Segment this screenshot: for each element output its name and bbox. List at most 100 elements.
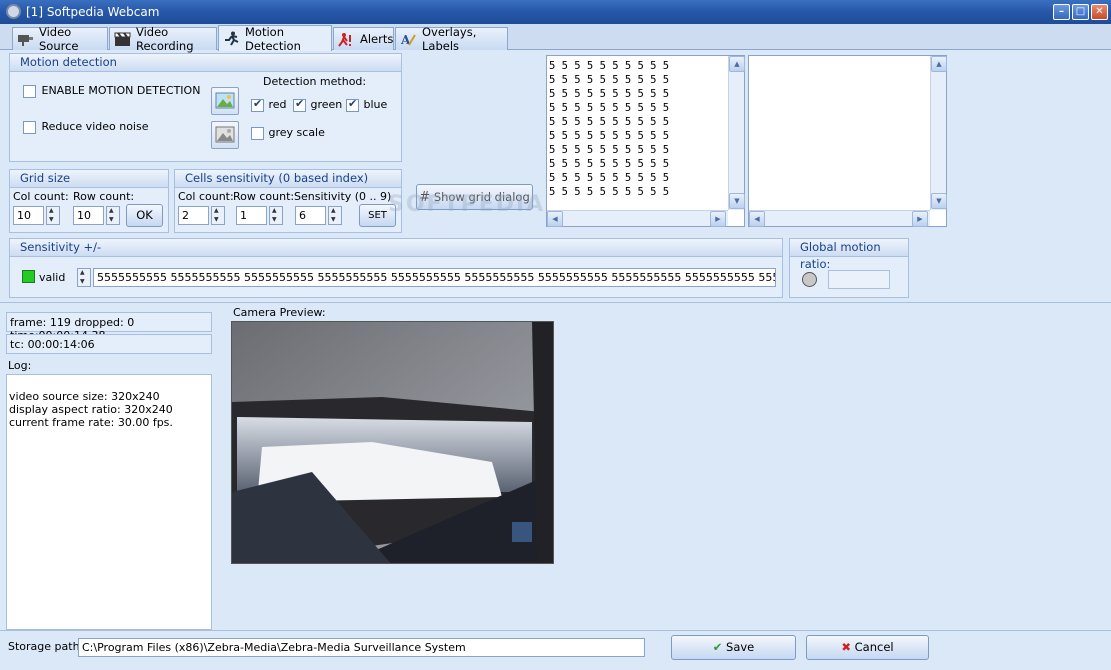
clapperboard-icon [114,31,131,47]
cells-col-spinner[interactable] [211,206,225,225]
running-man-icon [223,31,240,46]
camera-icon [17,32,34,47]
scroll-right-arrow-icon[interactable]: ▶ [710,211,726,227]
grid-size-panel: Grid size Col count: Row count: 10 10 OK [9,169,169,233]
tab-motion-detection[interactable]: Motion Detection [218,25,332,53]
grid-row-spinner[interactable] [106,206,120,225]
storage-path-label: Storage path: [8,640,84,653]
camera-feed-image [232,322,553,563]
camera-preview [231,321,554,564]
grid-col-spinner[interactable] [46,206,60,225]
cells-sensitivity-panel: Cells sensitivity (0 based index) Col co… [174,169,402,233]
timecode-status: tc: 00:00:14:06 [6,334,212,354]
alert-icon [338,32,355,47]
cells-sensitivity-label: Sensitivity (0 .. 9) [294,190,392,203]
scroll-down-arrow-icon[interactable]: ▼ [729,193,745,209]
grid-values-box[interactable]: 5 5 5 5 5 5 5 5 5 5 5 5 5 5 5 5 5 5 5 5 … [546,55,745,227]
enable-motion-checkbox[interactable] [23,84,36,98]
sensitivity-values-input[interactable]: 5555555555 5555555555 5555555555 5555555… [93,268,776,287]
cells-col-label: Col count: [178,190,234,203]
cells-sensitivity-spinner[interactable] [328,206,342,225]
tab-bar: Video Source Video Recording Motion Dete… [0,24,1111,53]
red-checkbox[interactable] [251,97,264,112]
cancel-button[interactable]: ✖ Cancel [806,635,929,660]
tab-overlays-labels[interactable]: A Overlays, Labels [395,25,508,53]
reduce-noise-option[interactable]: Reduce video noise [23,120,148,134]
secondary-vertical-scrollbar[interactable]: ▲ ▼ [930,56,947,210]
scroll-up-arrow-icon[interactable]: ▲ [931,56,947,72]
camera-preview-label: Camera Preview: [233,306,326,319]
log-label: Log: [8,359,32,372]
grid-icon: # [419,190,431,205]
grey-picture-icon [215,126,235,143]
grey-scale-option[interactable]: grey scale [251,126,325,140]
grid-vertical-scrollbar[interactable]: ▲ ▼ [728,56,745,210]
log-line: current frame rate: 30.00 fps. [9,416,173,429]
secondary-horizontal-scrollbar[interactable]: ◀ ▶ [749,210,930,227]
tab-alerts[interactable]: Alerts [333,27,394,50]
text-brush-icon: A [400,32,417,47]
scroll-left-arrow-icon[interactable]: ◀ [547,211,563,227]
webcam-icon [6,4,21,19]
checkmark-icon: ✔ [712,640,723,654]
window-title: [1] Softpedia Webcam [26,5,160,19]
log-box[interactable]: video source size: 320x240 display aspec… [6,374,212,630]
valid-indicator [22,270,35,283]
cells-row-label: Row count: [233,190,295,203]
motion-detection-header: Motion detection [10,54,401,72]
storage-path-input[interactable]: C:\Program Files (x86)\Zebra-Media\Zebra… [78,638,645,657]
grid-col-input[interactable]: 10 [13,206,44,225]
close-button[interactable]: ✕ [1091,4,1108,20]
cells-row-input[interactable]: 1 [236,206,267,225]
cells-col-input[interactable]: 2 [178,206,209,225]
log-line: display aspect ratio: 320x240 [9,403,173,416]
show-grid-dialog-button[interactable]: # Show grid dialog [416,184,533,210]
secondary-grid-box[interactable]: ▲ ▼ ◀ ▶ [748,55,947,227]
scroll-right-arrow-icon[interactable]: ▶ [912,211,928,227]
red-option[interactable]: red [251,97,287,112]
bottom-divider [0,630,1111,631]
cells-sensitivity-input[interactable]: 6 [295,206,326,225]
color-picture-icon [215,92,235,109]
cells-sensitivity-header: Cells sensitivity (0 based index) [175,170,401,188]
frame-status: frame: 119 dropped: 0 time:00:00:14 38 [6,312,212,342]
motion-ratio-indicator [802,272,817,287]
green-checkbox[interactable] [293,97,306,112]
col-count-label: Col count: [13,190,69,203]
grey-image-button[interactable] [211,121,239,149]
grid-size-header: Grid size [10,170,168,188]
row-count-label: Row count: [73,190,135,203]
cells-row-spinner[interactable] [269,206,283,225]
green-option[interactable]: green [293,97,342,112]
blue-checkbox[interactable] [346,97,359,112]
scroll-left-arrow-icon[interactable]: ◀ [749,211,765,227]
reduce-noise-checkbox[interactable] [23,120,36,134]
grid-ok-button[interactable]: OK [126,204,163,227]
minimize-button[interactable]: – [1053,4,1070,20]
cross-icon: ✖ [841,640,851,654]
enable-motion-detection-option[interactable]: ENABLE MOTION DETECTION [23,84,200,98]
log-line: video source size: 320x240 [9,390,160,403]
grey-scale-checkbox[interactable] [251,126,264,140]
grid-horizontal-scrollbar[interactable]: ◀ ▶ [547,210,728,227]
section-divider [0,302,1111,303]
blue-option[interactable]: blue [346,97,387,112]
motion-ratio-value [828,270,890,289]
maximize-button[interactable]: □ [1072,4,1089,20]
global-motion-ratio-header: Global motion ratio: [790,239,908,271]
sensitivity-spinner[interactable] [77,268,91,287]
motion-detection-panel: Motion detection ENABLE MOTION DETECTION… [9,53,402,162]
save-button[interactable]: ✔ Save [671,635,796,660]
valid-label: valid [39,271,66,284]
grid-row-input[interactable]: 10 [73,206,104,225]
scroll-down-arrow-icon[interactable]: ▼ [931,193,947,209]
color-image-button[interactable] [211,87,239,115]
tab-video-source[interactable]: Video Source [12,25,108,53]
grid-values-text: 5 5 5 5 5 5 5 5 5 5 5 5 5 5 5 5 5 5 5 5 … [549,60,670,198]
tab-video-recording[interactable]: Video Recording [109,25,217,53]
scroll-up-arrow-icon[interactable]: ▲ [729,56,745,72]
cells-set-button[interactable]: SET [359,204,396,227]
sensitivity-header: Sensitivity +/- [10,239,782,257]
sensitivity-panel: Sensitivity +/- valid 5555555555 5555555… [9,238,783,298]
detection-method-label: Detection method: [263,75,367,88]
